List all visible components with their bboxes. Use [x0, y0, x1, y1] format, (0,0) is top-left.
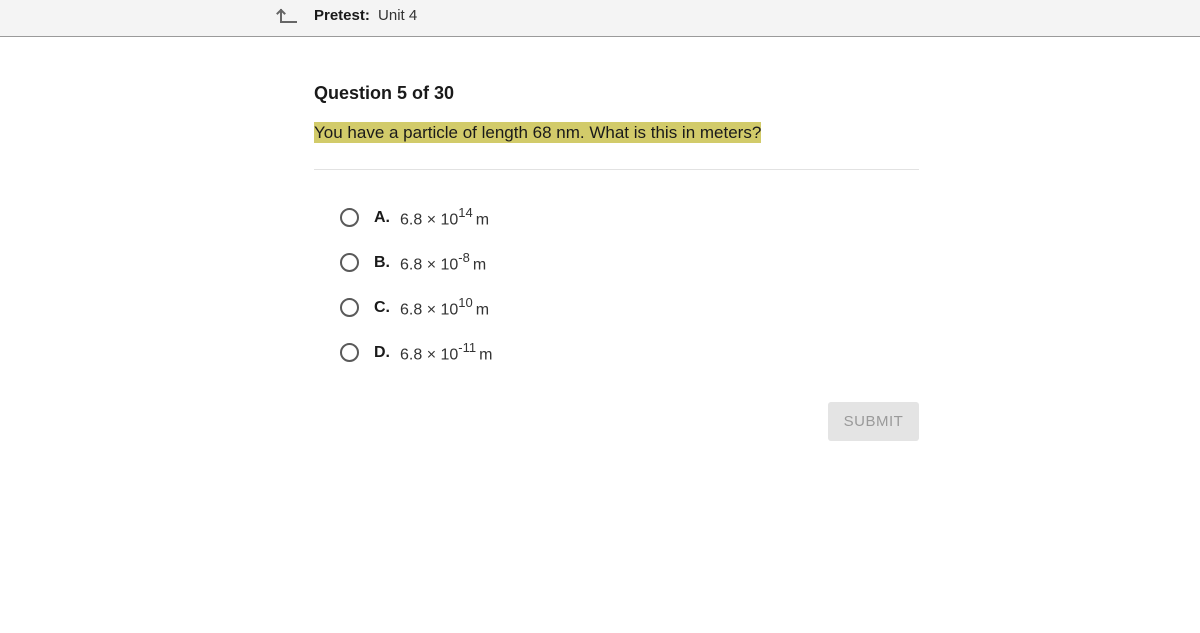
option-unit: m [479, 346, 493, 364]
option-c[interactable]: C. 6.8 × 1010 m [340, 285, 900, 330]
option-d[interactable]: D. 6.8 × 10-11 m [340, 330, 900, 375]
radio-button[interactable] [340, 298, 359, 317]
divider [314, 169, 919, 170]
option-base: 6.8 × 10 [400, 346, 459, 364]
option-letter: B. [374, 253, 390, 271]
option-letter: C. [374, 298, 390, 316]
radio-button[interactable] [340, 343, 359, 362]
radio-button[interactable] [340, 208, 359, 227]
back-arrow-icon[interactable] [276, 5, 298, 25]
answer-options: A. 6.8 × 1014 m B. 6.8 × 10-8 m C. 6.8 × 1… [340, 195, 900, 375]
option-b[interactable]: B. 6.8 × 10-8 m [340, 240, 900, 285]
option-exponent: 14 [458, 204, 473, 220]
question-prompt: You have a particle of length 68 nm. Wha… [314, 122, 762, 143]
option-base: 6.8 × 10 [400, 211, 459, 229]
option-a[interactable]: A. 6.8 × 1014 m [340, 195, 900, 240]
option-base: 6.8 × 10 [400, 256, 459, 274]
option-base: 6.8 × 10 [400, 301, 459, 319]
option-letter: A. [374, 208, 390, 226]
breadcrumb: Pretest: Unit 4 [314, 7, 417, 25]
option-text: 6.8 × 10-8 m [400, 249, 487, 274]
pretest-label: Pretest: [314, 7, 370, 24]
option-exponent: 10 [458, 294, 473, 310]
question-number: Question 5 of 30 [314, 83, 455, 103]
option-text: 6.8 × 1010 m [400, 294, 490, 319]
radio-button[interactable] [340, 253, 359, 272]
top-bar: Pretest: Unit 4 [0, 0, 1200, 37]
option-exponent: -8 [458, 249, 470, 265]
option-unit: m [475, 211, 490, 229]
submit-button[interactable]: SUBMIT [828, 402, 919, 441]
unit-label: Unit 4 [378, 7, 418, 24]
option-text: 6.8 × 10-11 m [400, 339, 493, 364]
option-exponent: -11 [458, 339, 477, 355]
option-unit: m [472, 256, 487, 274]
option-letter: D. [374, 343, 390, 361]
option-text: 6.8 × 1014 m [400, 204, 490, 229]
option-unit: m [475, 301, 490, 319]
